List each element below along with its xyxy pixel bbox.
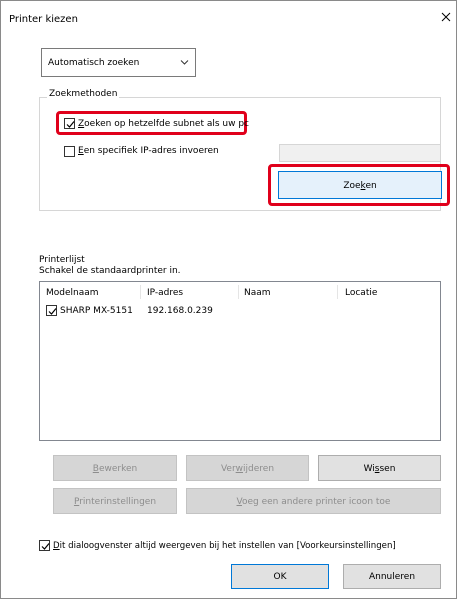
window-title: Printer kiezen [9, 14, 78, 25]
column-separator [238, 285, 239, 299]
always-show-label[interactable]: Dit dialoogvenster altijd weergeven bij … [53, 541, 396, 551]
column-header-location[interactable]: Locatie [345, 288, 377, 298]
clear-button[interactable]: Wissen [318, 455, 441, 481]
printer-ip-cell: 192.168.0.239 [147, 306, 213, 316]
printer-settings-button[interactable]: Printerinstellingen [53, 488, 177, 514]
printer-list[interactable]: Modelnaam IP-adres Naam Locatie SHARP MX… [39, 281, 441, 441]
column-separator [140, 285, 141, 299]
search-methods-legend: Zoekmethoden [47, 89, 120, 99]
remove-button[interactable]: Verwijderen [186, 455, 309, 481]
printer-model-cell: SHARP MX-5151 [60, 306, 133, 316]
table-row[interactable]: SHARP MX-5151 192.168.0.239 [40, 303, 440, 319]
search-mode-value: Automatisch zoeken [48, 58, 140, 68]
specific-ip-option-label[interactable]: Een specifiek IP-adres invoeren [78, 146, 219, 156]
search-button[interactable]: Zoeken [278, 171, 442, 199]
column-header-ip[interactable]: IP-adres [147, 288, 183, 298]
printer-row-checkbox[interactable] [46, 305, 57, 316]
column-header-model[interactable]: Modelnaam [46, 288, 99, 298]
add-printer-icon-button[interactable]: Voeg een andere printer icoon toe [186, 488, 441, 514]
printer-list-heading: Printerlijst [39, 255, 85, 265]
always-show-checkbox[interactable] [39, 540, 50, 551]
ip-address-input[interactable] [279, 144, 441, 162]
printer-select-dialog: Printer kiezen Automatisch zoeken Zoekme… [0, 0, 457, 599]
search-mode-select[interactable]: Automatisch zoeken [41, 48, 196, 77]
close-icon[interactable] [439, 10, 453, 24]
column-separator [337, 285, 338, 299]
chevron-down-icon [180, 59, 189, 66]
specific-ip-checkbox[interactable] [64, 146, 75, 157]
cancel-button[interactable]: Annuleren [343, 564, 441, 589]
subnet-checkbox[interactable] [64, 118, 75, 129]
edit-button[interactable]: Bewerken [53, 455, 177, 481]
ok-button[interactable]: OK [231, 564, 329, 589]
column-header-name[interactable]: Naam [244, 288, 271, 298]
printer-list-subheading: Schakel de standaardprinter in. [39, 266, 181, 276]
subnet-option-label[interactable]: Zoeken op hetzelfde subnet als uw pc [78, 119, 249, 129]
